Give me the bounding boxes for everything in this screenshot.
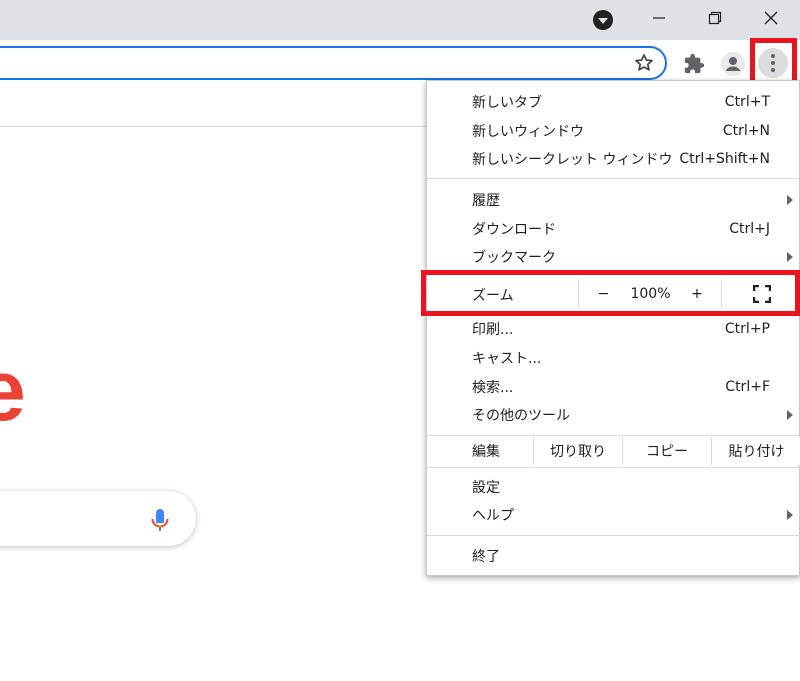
edit-label: 編集	[427, 437, 533, 465]
microphone-icon[interactable]	[150, 508, 170, 532]
minimize-icon	[653, 17, 665, 19]
menu-separator	[427, 435, 800, 436]
menu-item-help[interactable]: ヘルプ	[427, 501, 800, 529]
person-icon[interactable]	[721, 52, 745, 76]
menu-item-label: 新しいタブ	[472, 95, 542, 111]
close-button[interactable]	[743, 0, 799, 36]
menu-item-label: 終了	[472, 549, 500, 565]
submenu-arrow-icon	[787, 195, 793, 205]
menu-item-label: 新しいウィンドウ	[472, 124, 584, 140]
highlight-box-menu	[750, 38, 797, 85]
google-logo-fragment: e	[0, 343, 26, 439]
menu-item-shortcut: Ctrl+P	[724, 321, 770, 337]
submenu-arrow-icon	[787, 410, 793, 420]
menu-item-print[interactable]: 印刷... Ctrl+P	[427, 315, 800, 343]
menu-item-exit[interactable]: 終了	[427, 542, 800, 570]
paste-label: 貼り付け	[728, 444, 785, 460]
menu-item-new-window[interactable]: 新しいウィンドウ Ctrl+N	[427, 117, 800, 145]
copy-button[interactable]: コピー	[622, 437, 711, 465]
menu-item-label: 新しいシークレット ウィンドウ	[472, 152, 673, 168]
menu-item-downloads[interactable]: ダウンロード Ctrl+J	[427, 215, 800, 243]
submenu-arrow-icon	[787, 252, 793, 262]
menu-item-shortcut: Ctrl+T	[724, 94, 770, 110]
menu-separator	[427, 467, 800, 468]
menu-separator	[427, 535, 800, 536]
dropdown-circle-icon[interactable]	[593, 10, 613, 30]
menu-item-shortcut: Ctrl+F	[725, 379, 770, 395]
puzzle-icon[interactable]	[683, 53, 705, 75]
menu-item-new-incognito-window[interactable]: 新しいシークレット ウィンドウ Ctrl+Shift+N	[427, 145, 800, 173]
menu-item-label: ダウンロード	[472, 222, 556, 238]
highlight-box-zoom	[421, 270, 800, 316]
menu-item-cast[interactable]: キャスト...	[427, 344, 800, 372]
submenu-arrow-icon	[787, 510, 793, 520]
title-bar	[0, 0, 800, 40]
omnibox[interactable]	[0, 46, 667, 80]
star-outline-icon[interactable]	[633, 52, 655, 74]
menu-item-shortcut: Ctrl+N	[722, 123, 770, 139]
menu-item-bookmarks[interactable]: ブックマーク	[427, 243, 800, 271]
menu-item-label: 履歴	[472, 193, 500, 209]
menu-item-label: その他のツール	[472, 408, 570, 424]
menu-item-shortcut: Ctrl+J	[729, 221, 770, 237]
restore-icon	[708, 11, 722, 25]
menu-item-label: キャスト...	[472, 351, 542, 367]
restore-button[interactable]	[687, 0, 743, 36]
menu-item-more-tools[interactable]: その他のツール	[427, 401, 800, 429]
menu-item-new-tab[interactable]: 新しいタブ Ctrl+T	[427, 88, 800, 116]
menu-item-label: 検索...	[472, 380, 514, 396]
paste-button[interactable]: 貼り付け	[711, 437, 800, 465]
menu-item-find[interactable]: 検索... Ctrl+F	[427, 373, 800, 401]
edit-label-text: 編集	[472, 444, 500, 460]
menu-item-label: ブックマーク	[472, 250, 556, 266]
cut-label: 切り取り	[550, 444, 606, 460]
menu-item-shortcut: Ctrl+Shift+N	[679, 151, 770, 167]
close-icon	[764, 11, 778, 25]
menu-separator	[427, 178, 800, 179]
menu-item-label: 印刷...	[472, 322, 514, 338]
menu-item-settings[interactable]: 設定	[427, 473, 800, 501]
bookmark-bar-divider	[0, 126, 430, 127]
menu-item-label: 設定	[472, 480, 500, 496]
chrome-menu: 新しいタブ Ctrl+T 新しいウィンドウ Ctrl+N 新しいシークレット ウ…	[426, 80, 800, 576]
copy-label: コピー	[646, 444, 688, 460]
cut-button[interactable]: 切り取り	[533, 437, 622, 465]
menu-item-history[interactable]: 履歴	[427, 186, 800, 214]
minimize-button[interactable]	[631, 0, 687, 36]
menu-item-label: ヘルプ	[472, 508, 514, 524]
edit-row: 編集 切り取り コピー 貼り付け	[427, 437, 800, 465]
